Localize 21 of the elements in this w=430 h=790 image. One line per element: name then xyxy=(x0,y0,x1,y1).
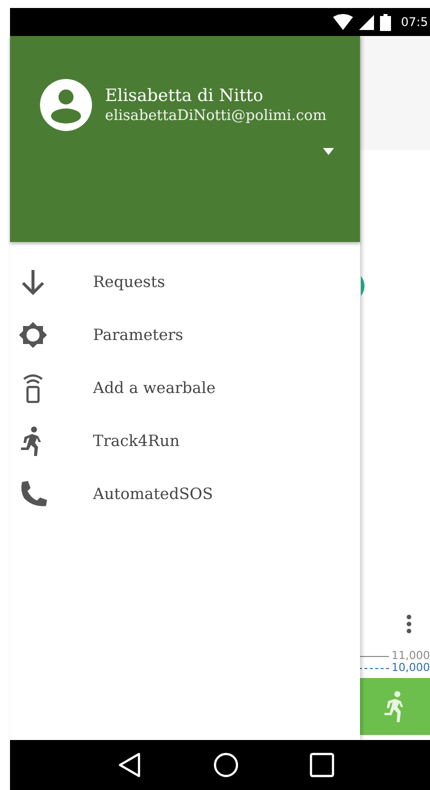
legend-label: 11,000 xyxy=(392,650,430,662)
run-button[interactable] xyxy=(360,678,430,735)
signal-icon xyxy=(359,14,374,30)
dropdown-icon[interactable] xyxy=(323,148,334,155)
menu-item[interactable]: Track4Run xyxy=(10,414,360,467)
wifi-icon xyxy=(333,14,354,30)
account-name: Elisabetta di Nitto xyxy=(105,86,264,106)
settings-icon xyxy=(18,320,48,350)
menu-item[interactable]: Parameters xyxy=(10,308,360,361)
account-email: elisabettaDiNotti@polimi.com xyxy=(105,108,326,124)
battery-icon xyxy=(380,14,392,30)
menu-item[interactable]: AutomatedSOS xyxy=(10,467,360,520)
menu-item[interactable]: Requests xyxy=(10,255,360,308)
more-icon[interactable] xyxy=(406,614,412,634)
avatar-icon xyxy=(40,79,92,131)
clock-time: 07:5 xyxy=(401,15,429,29)
home-icon[interactable] xyxy=(213,752,239,778)
back-icon[interactable] xyxy=(117,752,143,778)
legend-label: 10,000 xyxy=(392,662,430,674)
menu-item[interactable]: Add a wearbale xyxy=(10,361,360,414)
recents-icon[interactable] xyxy=(309,752,335,778)
